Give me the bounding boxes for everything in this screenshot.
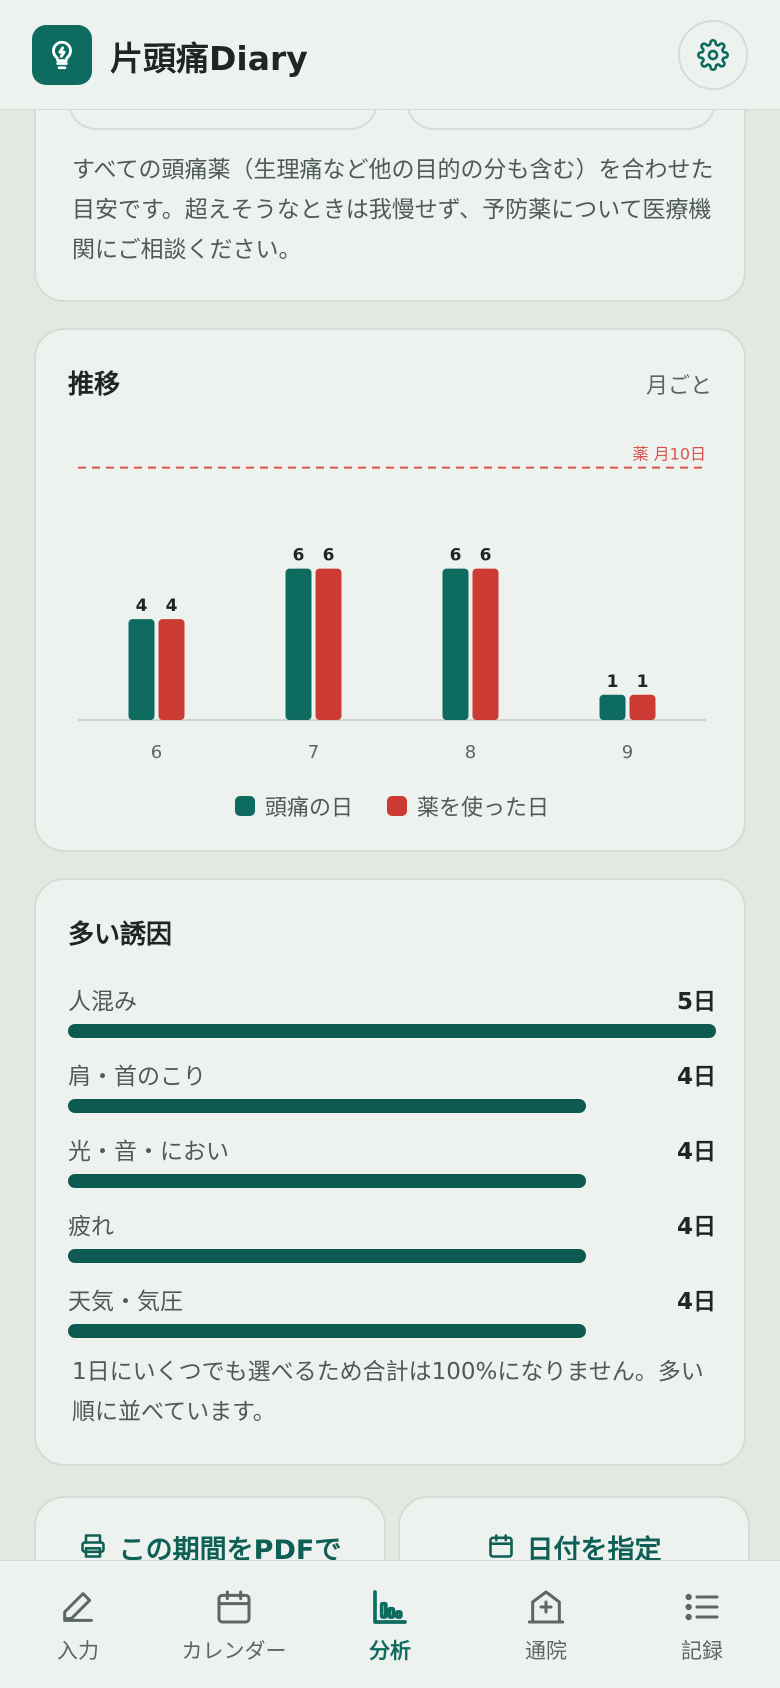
trigger-bar [68,1099,586,1113]
chart-bar [315,568,342,720]
chart-bar [629,694,656,720]
trigger-name: 人混み [68,989,137,1015]
bar-value-label: 6 [480,546,492,566]
reference-line-label: 薬 月10日 [633,445,706,464]
trigger-count: 4日 [676,1214,716,1240]
lightbulb-icon [32,25,92,85]
bar-value-label: 1 [637,672,649,692]
bar-value-label: 1 [607,672,619,692]
app-header: 片頭痛Diary [0,0,780,110]
trend-card: 推移 月ごと 薬 月10日 4 4 6 6 6 7 6 6 8 1 1 9 頭痛の日 薬を使った日 [34,328,746,852]
x-tick-label: 9 [622,742,633,763]
bar-value-label: 6 [293,546,305,566]
settings-button[interactable] [678,20,748,90]
bottom-nav: 入力 カレンダー 分析 通院 記録 [0,1560,780,1688]
medicine-note: すべての頭痛薬（生理痛など他の目的の分も含む）を合わせた目安です。超えそうなとき… [72,157,714,263]
nav-label: 分析 [369,1639,411,1663]
chart-bar [442,568,469,720]
hospital-icon [527,1590,565,1624]
calendar-icon [217,1590,251,1624]
nav-item-clinic[interactable]: 通院 [468,1561,624,1688]
x-tick-label: 8 [465,742,476,763]
trigger-row: 光・音・におい 4日 [68,1132,716,1202]
chart-legend: 頭痛の日 薬を使った日 [36,790,748,822]
nav-label: 通院 [525,1639,567,1663]
chart-bar [599,694,626,720]
nav-item-records[interactable]: 記録 [624,1561,780,1688]
gear-icon [697,39,729,71]
nav-label: カレンダー [181,1639,287,1663]
trigger-name: 天気・気圧 [68,1289,183,1315]
trigger-count: 5日 [676,989,716,1015]
bar-value-label: 4 [136,596,148,616]
trigger-name: 疲れ [68,1214,114,1240]
trigger-bar [68,1324,586,1338]
triggers-card: 多い誘因 人混み 5日 肩・首のこり 4日 光・音・におい 4日 疲れ 4日 天気・気圧 4日 1… [34,878,746,1466]
triggers-title: 多い誘因 [68,920,173,950]
nav-label: 入力 [57,1639,99,1663]
legend-label: 頭痛の日 [264,796,353,821]
triggers-note: 1日にいくつでも選べるため合計は100%になりません。多い順に並べています。 [72,1359,704,1425]
trigger-name: 光・音・におい [68,1139,229,1165]
legend-item: 頭痛の日 [234,790,353,822]
bar-chart-icon [373,1590,407,1624]
trigger-row: 天気・気圧 4日 [68,1282,716,1352]
bar-value-label: 6 [450,546,462,566]
legend-item: 薬を使った日 [387,790,549,822]
printer-icon [80,1534,105,1558]
trigger-row: 疲れ 4日 [68,1207,716,1277]
trigger-row: 人混み 5日 [68,982,716,1052]
trigger-bar [68,1174,586,1188]
chart-bar [158,619,185,720]
legend-swatch [234,796,255,816]
trigger-count: 4日 [676,1064,716,1090]
x-tick-label: 7 [308,742,319,763]
bar-value-label: 6 [323,546,335,566]
legend-swatch [387,796,407,816]
trigger-count: 4日 [676,1139,716,1165]
bar-value-label: 4 [166,596,178,616]
chart-bar [128,619,155,720]
pencil-icon [63,1592,93,1622]
nav-item-calendar[interactable]: カレンダー [156,1561,312,1688]
trigger-bar [68,1249,586,1263]
app-title: 片頭痛Diary [110,39,308,78]
chart-bar [285,568,312,720]
x-tick-label: 6 [151,742,162,763]
nav-label: 記録 [681,1639,723,1663]
list-icon [685,1593,719,1621]
trigger-bar [68,1024,716,1038]
chart-bar [472,568,499,720]
trigger-row: 肩・首のこり 4日 [68,1057,716,1127]
trend-chart: 薬 月10日4 466 676 681 19 [78,445,706,763]
trigger-name: 肩・首のこり [68,1064,206,1090]
trigger-count: 4日 [676,1289,716,1315]
nav-item-input[interactable]: 入力 [0,1561,156,1688]
calendar-icon [488,1534,513,1558]
nav-item-analysis[interactable]: 分析 [312,1561,468,1688]
legend-label: 薬を使った日 [417,796,550,821]
